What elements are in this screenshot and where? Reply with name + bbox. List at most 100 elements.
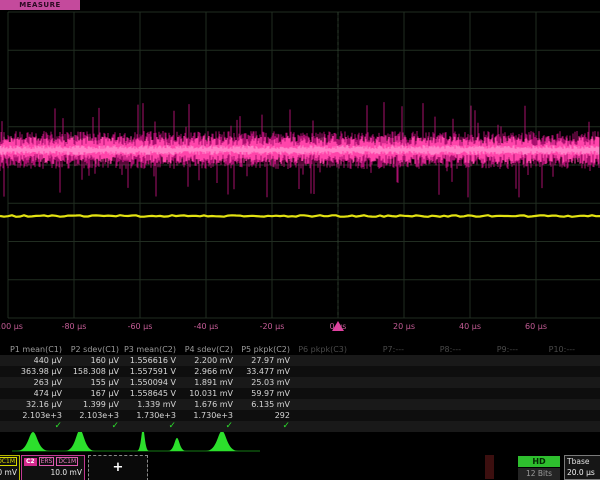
time-axis-label: -40 µs [194,322,219,331]
measure-mean-cell: 158.308 µV [65,366,122,377]
measurement-histicon [17,432,49,451]
measure-value-cell [521,355,578,366]
measure-max-cell [293,388,350,399]
measure-value-cell: 160 µV [65,355,122,366]
param-header-1[interactable]: P1 mean(C1) [8,344,65,355]
measure-mean-cell [521,366,578,377]
measure-num-cell: 2.103e+3 [65,410,122,421]
measure-num-cell [521,410,578,421]
measure-sdev-cell: 1.399 µV [65,399,122,410]
time-axis-label: -100 µs [0,322,23,331]
measure-sdev-cell: 6.135 mV [236,399,293,410]
measure-table-row: 440 µV160 µV1.556616 V2.200 mV27.97 mV [0,355,600,366]
measure-table-row: 2.103e+32.103e+31.730e+31.730e+3292 [0,410,600,421]
c2-scale-value: 10.0 mV [24,468,82,477]
measure-status-cell [350,421,407,432]
measure-value-cell [293,355,350,366]
param-header-2[interactable]: P2 sdev(C1) [65,344,122,355]
adc-bits-label: 12 Bits [518,468,560,480]
measure-min-cell [464,377,521,388]
measure-max-cell: 59.97 mV [236,388,293,399]
measure-min-cell: 155 µV [65,377,122,388]
measure-max-cell: 1.558645 V [122,388,179,399]
measure-max-cell [464,388,521,399]
measure-status-cell: ✓ [179,421,236,432]
time-axis-label: -20 µs [260,322,285,331]
c2-coupling-tag: DC1M [56,457,78,466]
status-flag: MEASURE [0,0,80,10]
measure-mean-cell: 1.557591 V [122,366,179,377]
channel-c1-descriptor[interactable]: DC1M 10.0 mV [0,455,20,480]
param-header-6[interactable]: P6 pkpk(C3) [293,344,350,355]
measure-sdev-cell [350,399,407,410]
timebase-label: Tbase [567,457,600,466]
measurement-table: P1 mean(C1)P2 sdev(C1)P3 mean(C2)P4 sdev… [0,344,600,432]
param-header-10[interactable]: P10:--- [521,344,578,355]
measure-num-cell: 1.730e+3 [179,410,236,421]
trigger-descriptor-edge[interactable] [485,455,494,479]
c2-eres-tag: ERS [39,457,55,466]
param-header-7[interactable]: P7:--- [350,344,407,355]
measure-min-cell: 263 µV [8,377,65,388]
measure-status-cell: ✓ [122,421,179,432]
measure-mean-cell: 363.98 µV [8,366,65,377]
measure-table-row: 474 µV167 µV1.558645 V10.031 mV59.97 mV [0,388,600,399]
measure-min-cell [521,377,578,388]
measure-mean-cell [407,366,464,377]
c1-scale-value: 10.0 mV [0,468,17,477]
param-header-9[interactable]: P9:--- [464,344,521,355]
param-header-4[interactable]: P4 sdev(C2) [179,344,236,355]
measure-max-cell [407,388,464,399]
measure-status-cell: ✓ [65,421,122,432]
measure-min-cell [350,377,407,388]
measurement-histicon [206,431,238,451]
measurement-histicon [168,438,186,451]
measure-value-cell [350,355,407,366]
channel-c2-descriptor[interactable]: C2 ERS DC1M 10.0 mV [21,455,85,480]
measure-table-row: 363.98 µV158.308 µV1.557591 V2.966 mV33.… [0,366,600,377]
measure-sdev-cell [464,399,521,410]
c1-flat-trace [0,215,600,217]
measure-mean-cell: 2.966 mV [179,366,236,377]
measure-value-cell: 1.556616 V [122,355,179,366]
timebase-descriptor[interactable]: Tbase 20.0 µs [564,455,600,480]
measure-table-row: P1 mean(C1)P2 sdev(C1)P3 mean(C2)P4 sdev… [0,344,600,355]
measure-num-cell [407,410,464,421]
measure-sdev-cell: 1.339 mV [122,399,179,410]
add-trace-button[interactable]: + [88,455,148,480]
measure-min-cell: 1.550094 V [122,377,179,388]
measure-num-cell: 2.103e+3 [8,410,65,421]
measure-mean-cell [464,366,521,377]
time-axis-label: 0 µs [330,322,347,331]
time-axis-label: 60 µs [525,322,547,331]
param-header-5[interactable]: P5 pkpk(C2) [236,344,293,355]
measurement-histicon [65,430,95,451]
measure-min-cell [293,377,350,388]
measure-sdev-cell [521,399,578,410]
measure-value-cell [464,355,521,366]
measure-sdev-cell: 32.16 µV [8,399,65,410]
c1-coupling-tag: DC1M [0,457,17,466]
measure-max-cell: 167 µV [65,388,122,399]
param-header-3[interactable]: P3 mean(C2) [122,344,179,355]
measure-num-cell: 1.730e+3 [122,410,179,421]
measure-num-cell [350,410,407,421]
descriptor-bar: DC1M 10.0 mV C2 ERS DC1M 10.0 mV + HD 12… [0,455,600,480]
measure-value-cell [407,355,464,366]
measure-mean-cell [350,366,407,377]
hd-mode-badge[interactable]: HD [518,456,560,467]
measure-num-cell [464,410,521,421]
c2-channel-badge: C2 [24,458,37,466]
measure-max-cell [521,388,578,399]
measure-max-cell [350,388,407,399]
measure-sdev-cell: 1.676 mV [179,399,236,410]
measure-table-row: ✓✓✓✓✓ [0,421,600,432]
param-header-8[interactable]: P8:--- [407,344,464,355]
measure-status-cell [293,421,350,432]
measure-num-cell: 292 [236,410,293,421]
measure-min-cell: 25.03 mV [236,377,293,388]
measure-status-cell [407,421,464,432]
measure-num-cell [293,410,350,421]
measure-value-cell: 440 µV [8,355,65,366]
measure-status-cell: ✓ [8,421,65,432]
